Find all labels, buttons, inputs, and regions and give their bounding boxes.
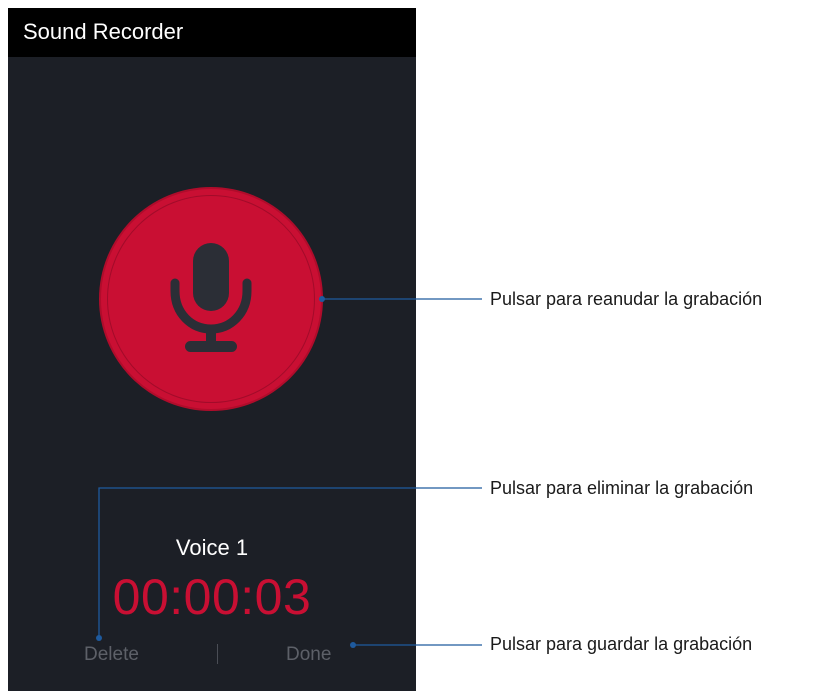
callout-label-delete: Pulsar para eliminar la grabación (490, 478, 754, 498)
done-button[interactable]: Done (286, 643, 331, 667)
callout-label-resume: Pulsar para reanudar la grabación (490, 289, 763, 309)
delete-button[interactable]: Delete (84, 643, 139, 667)
button-divider (217, 644, 218, 664)
app-bar: Sound Recorder (8, 8, 416, 57)
microphone-icon (170, 243, 252, 352)
elapsed-time: 00:00:03 (112, 569, 312, 625)
callout-label-save: Pulsar para guardar la grabación (490, 634, 753, 654)
recording-name: Voice 1 (175, 535, 249, 560)
record-button[interactable] (101, 189, 321, 409)
sound-recorder-screen: Sound Recorder Voice 1 00:00:03 Delete D… (8, 8, 416, 691)
app-title: Sound Recorder (23, 19, 184, 44)
